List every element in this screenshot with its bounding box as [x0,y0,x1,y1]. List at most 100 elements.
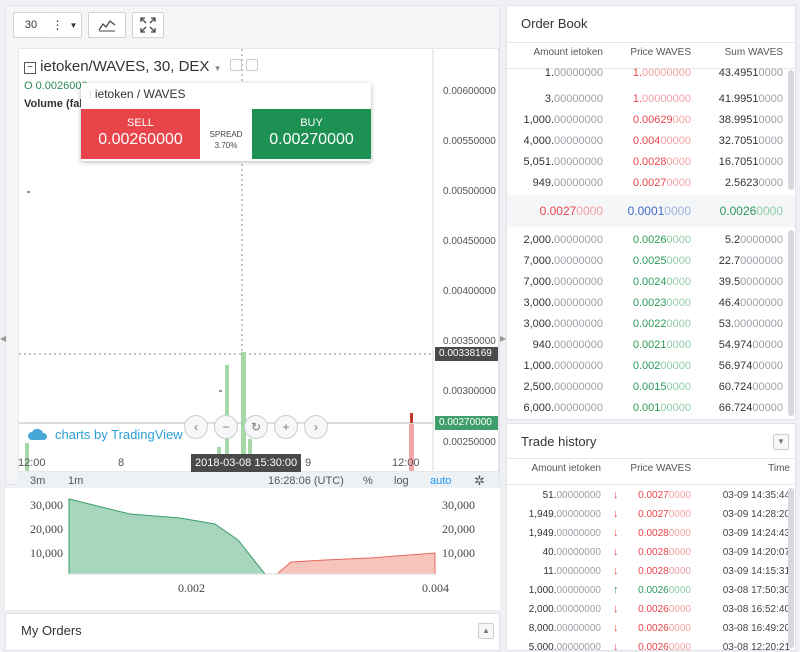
zoom-out-icon[interactable]: − [214,415,238,439]
zoom-in-icon[interactable]: + [274,415,298,439]
ask-row[interactable]: 1.00000000 1.00000000 43.49510000 [507,63,795,84]
bid-price: 0.00220000 [632,318,691,330]
reset-icon[interactable]: ↻ [244,415,268,439]
bid-row[interactable]: 10.0k 0.00050000 71.72400000 [507,419,796,420]
trades-scrollbar[interactable] [788,488,794,648]
bid-row[interactable]: 7,000.00000000 0.00250000 22.70000000 [507,251,795,272]
asks-scrollbar[interactable] [788,70,794,190]
col-amount: Amount ietoken [533,47,604,58]
trade-price: 0.00270000 [638,490,691,501]
arrow-down-icon: ↓ [613,489,619,501]
bid-sum: 71.72400000 [719,419,783,420]
trade-row[interactable]: 51.00000000 ↓ 0.00270000 03-09 14:35:44 [507,486,795,505]
collapse-left-icon[interactable]: ◀ [0,334,6,343]
price-tick: 0.00600000 [443,86,496,97]
trade-amount: 2,000.00000000 [528,604,601,615]
bid-price: 0.00250000 [632,255,691,267]
ask-row[interactable]: 949.00000000 0.00270000 2.56230000 [507,173,795,194]
bid-row[interactable]: 2,000.00000000 0.00260000 5.20000000 [507,230,795,251]
trade-row[interactable]: 5,000.00000000 ↓ 0.00260000 03-08 12:20:21 [507,638,795,650]
bid-row[interactable]: 7,000.00000000 0.00240000 39.50000000 [507,272,795,293]
price-tick: 0.00350000 [443,336,496,347]
ask-amount: 1.00000000 [544,67,603,79]
trade-row[interactable]: 8,000.00000000 ↓ 0.00260000 03-08 16:49:20 [507,619,795,638]
bid-sum: 46.40000000 [718,297,783,309]
scroll-right-icon[interactable]: › [304,415,328,439]
trade-row[interactable]: 40.00000000 ↓ 0.00280000 03-09 14:20:07 [507,543,795,562]
range-3m-button[interactable]: 3m [30,475,45,487]
bid-row[interactable]: 1,000.00000000 0.00200000 56.97400000 [507,356,795,377]
bid-amount: 10.0k [576,419,603,420]
ask-amount: 1,000.00000000 [523,114,603,126]
eye-icon[interactable] [229,59,242,71]
ask-sum: 16.70510000 [718,156,783,168]
trade-row[interactable]: 11.00000000 ↓ 0.00280000 03-09 14:15:31 [507,562,795,581]
bid-row[interactable]: 3,000.00000000 0.00220000 53.00000000 [507,314,795,335]
watermark-text: charts by TradingView [55,426,183,442]
buy-button[interactable]: BUY 0.00270000 [252,109,371,159]
trade-price: 0.00280000 [638,566,691,577]
collapse-icon[interactable]: ▼ [773,434,789,450]
bid-sum: 53.00000000 [718,318,783,330]
chart-toolbar: 30 ⋮ ▼ [13,12,164,40]
col-sum: Sum WAVES [724,47,783,58]
spread-label: SPREAD [209,130,243,139]
bid-sum: 60.72400000 [718,381,783,393]
range-1m-button[interactable]: 1m [68,475,83,487]
trade-row[interactable]: 1,949.00000000 ↓ 0.00270000 03-09 14:28:20 [507,505,795,524]
ask-price: 0.00280000 [632,156,691,168]
bid-amount: 2,000.00000000 [523,234,603,246]
bid-amount: 6,000.00000000 [523,402,603,414]
trade-time: 03-08 17:50:30 [722,585,790,596]
bid-row[interactable]: 3,000.00000000 0.00230000 46.40000000 [507,293,795,314]
trade-price: 0.00280000 [638,547,691,558]
buy-label: BUY [300,117,323,129]
auto-button[interactable]: auto [430,475,451,487]
arrow-down-icon: ↓ [613,508,619,520]
ask-row[interactable]: 4,000.00000000 0.00400000 32.70510000 [507,131,795,152]
chevron-down-icon[interactable]: ▼ [214,64,222,73]
percent-button[interactable]: % [363,475,373,487]
clock-label: 16:28:06 (UTC) [268,475,344,487]
drag-handle-icon[interactable]: ⁞ [89,90,92,100]
trade-time: 03-08 16:52:40 [722,604,790,615]
bid-price: 0.00260000 [632,234,691,246]
price-tick: 0.00400000 [443,286,496,297]
price-tick: 0.00450000 [443,236,496,247]
trade-row[interactable]: 1,949.00000000 ↓ 0.00280000 03-09 14:24:43 [507,524,795,543]
scroll-left-icon[interactable]: ‹ [184,415,208,439]
trade-amount: 11.00000000 [543,566,601,577]
bid-row[interactable]: 2,500.00000000 0.00150000 60.72400000 [507,377,795,398]
indicators-button[interactable] [88,12,126,38]
trade-row[interactable]: 1,000.00000000 ↑ 0.00260000 03-08 17:50:30 [507,581,795,600]
interval-dropdown[interactable]: ⋮ ▼ [48,12,82,38]
col-amount: Amount ietoken [531,463,602,474]
spread-info: SPREAD 3.70% [200,109,252,159]
settings-icon[interactable] [245,59,258,71]
expand-icon[interactable]: ▲ [478,623,494,639]
bid-price: 0.00050000 [633,419,691,420]
tradingview-watermark[interactable]: charts by TradingView [27,423,183,445]
depth-x-tick: 0.004 [422,581,449,595]
bid-amount: 3,000.00000000 [523,318,603,330]
bids-scrollbar[interactable] [788,230,794,416]
trade-time: 03-09 14:20:07 [722,547,790,558]
bid-amount: 1,000.00000000 [523,360,603,372]
ask-row[interactable]: 1,000.00000000 0.00629000 38.99510000 [507,110,795,131]
gear-icon[interactable]: ✲ [474,473,485,489]
bid-sum: 54.97400000 [718,339,783,351]
bid-row[interactable]: 6,000.00000000 0.00100000 66.72400000 [507,398,795,419]
bid-amount: 7,000.00000000 [523,255,603,267]
ask-row[interactable]: 3.00000000 1.00000000 41.99510000 [507,89,795,110]
bid-sum: 39.50000000 [718,276,783,288]
trade-row[interactable]: 2,000.00000000 ↓ 0.00260000 03-08 16:52:40 [507,600,795,619]
crosshair-time-label: 2018-03-08 15:30:00 [191,454,302,472]
sell-button[interactable]: SELL 0.00260000 [81,109,200,159]
log-button[interactable]: log [394,475,409,487]
fullscreen-button[interactable] [132,12,164,38]
ask-row[interactable]: 5,051.00000000 0.00280000 16.70510000 [507,152,795,173]
collapse-legend-icon[interactable]: − [24,62,36,74]
depth-chart: 30,000 20,000 10,000 30,000 20,000 10,00… [5,488,500,610]
bid-row[interactable]: 940.00000000 0.00210000 54.97400000 [507,335,795,356]
interval-button[interactable]: 30 [13,12,49,38]
